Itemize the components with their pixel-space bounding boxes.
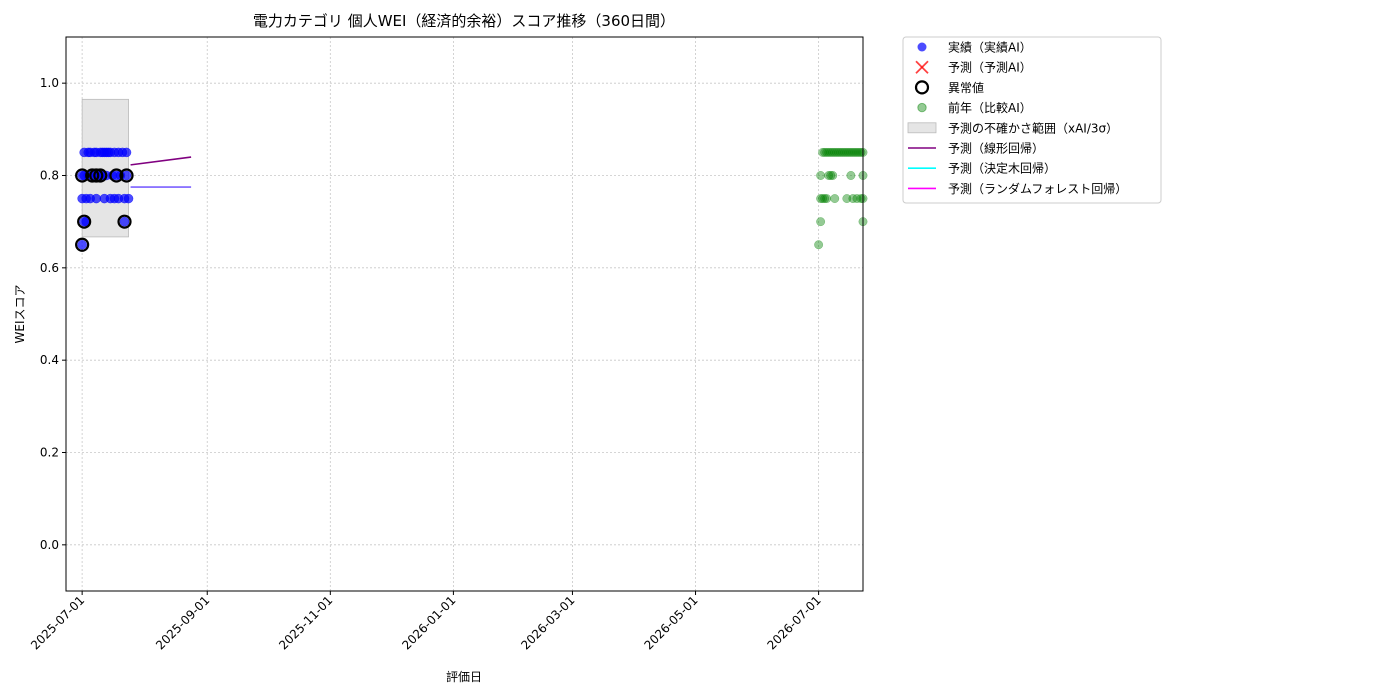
legend-label: 予測（決定木回帰） [948,161,1056,176]
legend-label: 異常値 [948,80,984,95]
y-tick-label: 0.8 [40,169,59,183]
x-tick-label: 2026-01-01 [399,593,458,652]
y-tick-label: 0.6 [40,261,59,275]
y-axis-label: WEIスコア [13,285,27,344]
legend: 実績（実績AI） 予測（予測AI） 異常値前年（比較AI） 予測の不確かさ範囲（xAI… [902,36,1162,204]
prior-year-point [816,217,826,227]
prior-year-point [830,194,840,204]
chart-title: 電力カテゴリ 個人WEI（経済的余裕）スコア推移（360日間） [253,12,675,30]
prior-year-point [816,171,826,180]
x-axis: 2025-07-01 2025-09-01 2025-11-01 2026-01-01… [28,591,824,652]
legend-label: 予測（予測AI） [948,61,1032,75]
prior-year-point [814,240,824,250]
prior-year-point [828,171,838,180]
x-tick-label: 2026-03-01 [518,593,577,652]
legend-label: 前年（比較AI） [948,100,1032,115]
legend-label: 実績（実績AI） [948,40,1032,55]
legend-label: 予測の不確かさ範囲（xAI/3σ） [948,120,1118,135]
y-tick-label: 0.2 [40,446,59,460]
y-tick-label: 1.0 [40,76,59,90]
legend-label: 予測（ランダムフォレスト回帰） [948,181,1127,196]
actual-point [77,240,87,250]
chart: 2025-07-01 2025-09-01 2025-11-01 2026-01-01… [13,12,1162,684]
x-axis-label: 評価日 [446,669,482,684]
prior-year-point [822,194,832,204]
x-tick-label: 2026-05-01 [641,593,700,652]
linear-forecast-line [130,156,192,166]
actual-point [123,193,134,204]
grid [66,37,863,591]
y-tick-label: 0.4 [40,353,59,367]
x-tick-label: 2025-11-01 [276,593,335,652]
actual-point [119,216,130,227]
legend-marker-actual [917,42,927,52]
points-layer [75,147,868,252]
x-tick-label: 2026-07-01 [765,593,824,652]
legend-box [902,36,1162,204]
legend-label: 予測（線形回帰） [948,141,1044,156]
y-axis: 0.0 0.2 0.4 0.6 0.8 1.0 [40,76,66,552]
legend-marker-prior-year [917,102,927,113]
actual-point [91,193,102,204]
x-tick-label: 2025-09-01 [153,593,212,652]
prior-year-point [846,171,856,180]
y-tick-label: 0.0 [40,538,59,552]
forecast-lines-layer [130,156,192,188]
plot-frame [65,36,864,592]
actual-point [121,147,132,158]
legend-marker-uncertainty [907,122,937,134]
x-tick-label: 2025-07-01 [28,593,87,652]
